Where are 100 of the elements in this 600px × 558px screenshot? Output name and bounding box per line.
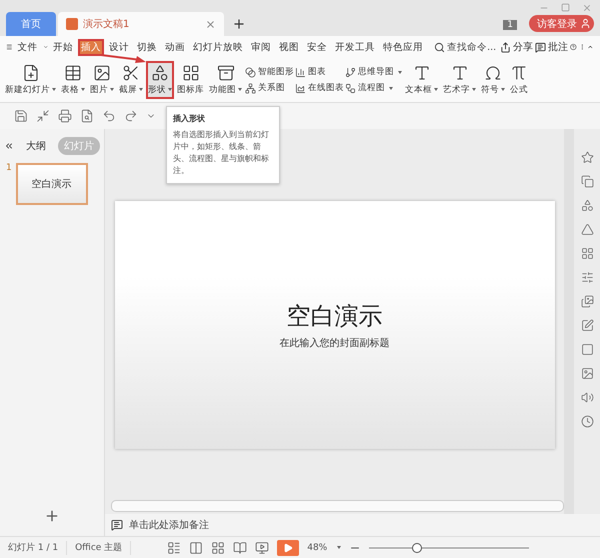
undo-icon: [102, 109, 116, 123]
search-field[interactable]: 查找命令...: [434, 40, 496, 54]
panel-tab[interactable]: 大纲: [20, 137, 52, 155]
ribbon-button[interactable]: 艺术字: [441, 61, 478, 99]
grid-view-icon: [211, 540, 226, 554]
user-icon: [580, 18, 591, 29]
ribbon-button[interactable]: 功能图: [207, 61, 244, 99]
menu-tab[interactable]: 开始: [50, 38, 76, 56]
ribbon-button[interactable]: 流程图: [345, 82, 402, 94]
zoom-value[interactable]: 48%: [307, 542, 328, 552]
ribbon-button[interactable]: 图表: [295, 66, 344, 78]
slide-number: 1: [6, 163, 12, 175]
ribbon-button[interactable]: 思维导图: [345, 66, 402, 78]
slide-counter: 幻灯片 1 / 1: [8, 542, 58, 554]
share-icon: [500, 42, 512, 52]
speaker-icon[interactable]: [580, 391, 594, 404]
tooltip-title: 插入形状: [173, 113, 206, 125]
comment-icon: [535, 42, 546, 52]
share-button[interactable]: 分享: [500, 40, 534, 54]
tab-label: 演示文稿1: [83, 18, 130, 31]
note-icon: [111, 519, 123, 531]
menu-tab[interactable]: 开发工具: [332, 38, 378, 56]
normal-view-icon: [189, 540, 204, 554]
edit-icon[interactable]: [580, 319, 594, 332]
menu-tab[interactable]: 文件: [14, 38, 41, 56]
tooltip-text: 将自选图形插入到当前幻灯片中，如矩形、线条、箭头、流程图、星与旗帜和标注。: [173, 129, 270, 177]
ribbon-button[interactable]: 形状: [146, 61, 174, 99]
add-slide-icon[interactable]: [44, 508, 60, 524]
close-icon[interactable]: [205, 18, 216, 30]
ribbon-button[interactable]: 图标库: [175, 61, 206, 99]
new-tab-icon[interactable]: [232, 17, 246, 31]
presenter-icon: [255, 540, 270, 554]
document-tab[interactable]: 演示文稿1: [58, 12, 224, 36]
menu-tab[interactable]: 设计: [106, 38, 132, 56]
menu-tab[interactable]: 切换: [134, 38, 160, 56]
scissors-icon: [122, 64, 140, 82]
clock-icon[interactable]: [580, 415, 594, 428]
slide-canvas[interactable]: 空白演示 在此输入您的封面副标题: [114, 200, 554, 448]
grid-icon[interactable]: [580, 247, 594, 260]
comment-button[interactable]: 批注: [535, 40, 568, 54]
bar-chart-icon: [295, 66, 306, 78]
text-box-icon: [412, 64, 430, 82]
chart-icon: [295, 82, 306, 94]
help-icon[interactable]: [570, 41, 577, 53]
ribbon-button[interactable]: 在线图表: [295, 82, 344, 94]
triangle-icon[interactable]: [580, 223, 594, 236]
table-icon: [64, 64, 82, 82]
menu-tab[interactable]: 幻灯片放映: [190, 38, 246, 56]
thumbnail-title: 空白演示: [32, 178, 72, 191]
icon-grid-icon: [182, 64, 200, 82]
collapse-panel-icon[interactable]: [4, 141, 14, 151]
save-icon: [14, 109, 28, 123]
relation-icon: [245, 82, 256, 94]
ribbon-button[interactable]: 智能图形: [245, 66, 294, 78]
ribbon-button[interactable]: 文本框: [403, 61, 440, 99]
redo-icon: [124, 109, 138, 123]
image-icon[interactable]: [580, 367, 594, 380]
vertical-scrollbar[interactable]: [564, 129, 574, 514]
ribbon-button[interactable]: 新建幻灯片: [3, 61, 58, 99]
annotation-arrow: [100, 54, 146, 63]
ribbon-button[interactable]: 图片: [88, 61, 116, 99]
theme-name: Office 主题: [75, 542, 122, 554]
new-slide-icon: [22, 64, 40, 82]
menu-tab[interactable]: 特色应用: [380, 38, 426, 56]
play-icon: [283, 542, 294, 552]
notes-field[interactable]: 单击此处添加备注: [129, 518, 209, 532]
slide-title[interactable]: 空白演示: [286, 300, 382, 332]
mind-map-icon: [345, 66, 356, 78]
login-button[interactable]: 访客登录: [529, 15, 594, 32]
copy-icon[interactable]: [580, 175, 594, 188]
reading-view-icon: [233, 540, 248, 554]
preview-icon: [80, 109, 94, 123]
menu-tab[interactable]: 安全: [304, 38, 330, 56]
frame-icon[interactable]: [580, 343, 594, 356]
images-icon[interactable]: [580, 295, 594, 308]
slide-thumbnail[interactable]: 空白演示: [16, 163, 88, 205]
star-icon[interactable]: [580, 151, 594, 164]
play-button[interactable]: [277, 540, 300, 556]
tab-label: 首页: [21, 18, 41, 31]
menu-tab[interactable]: 视图: [276, 38, 302, 56]
notes-view-icon: [167, 540, 182, 554]
sliders-icon[interactable]: [580, 271, 594, 284]
ribbon-button[interactable]: 表格: [59, 61, 87, 99]
count-badge: 1: [503, 20, 517, 30]
slide-subtitle[interactable]: 在此输入您的封面副标题: [280, 336, 390, 350]
ribbon-button[interactable]: 关系图: [245, 82, 294, 94]
menu-tab[interactable]: 动画: [162, 38, 188, 56]
slider-thumb[interactable]: [412, 542, 422, 552]
ribbon-button[interactable]: 公式: [508, 61, 530, 99]
pi-icon: [510, 64, 528, 82]
presentation-icon: [66, 18, 78, 30]
omega-icon: [484, 64, 502, 82]
flowchart-icon: [345, 82, 356, 94]
caret-icon[interactable]: [337, 546, 342, 549]
horizontal-scrollbar[interactable]: [111, 500, 564, 512]
archive-icon: [216, 64, 234, 82]
search-icon: [434, 42, 446, 52]
ribbon-button[interactable]: 符号: [479, 61, 507, 99]
menu-tab[interactable]: 审阅: [248, 38, 274, 56]
image-icon: [93, 64, 111, 82]
